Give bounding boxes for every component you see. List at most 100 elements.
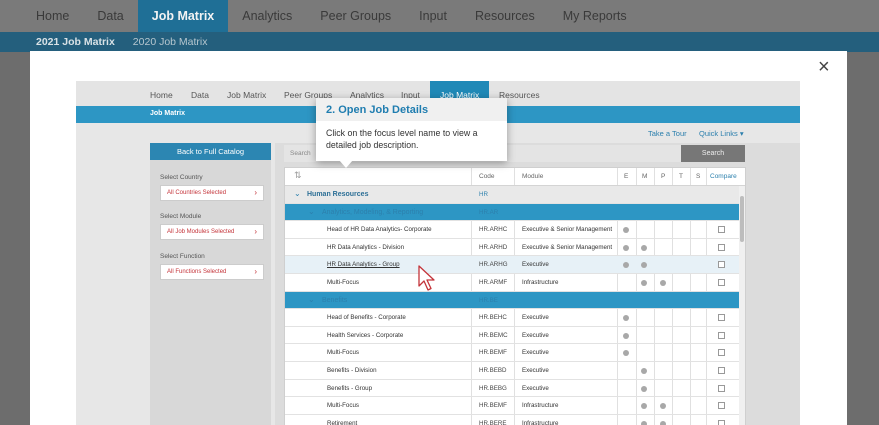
job-name[interactable]: Human Resources: [307, 191, 368, 198]
job-code: HR.BEMF: [479, 402, 507, 410]
filter-function-select: All Functions Selected ›: [160, 264, 264, 280]
table-row[interactable]: Retirement HR.BERE Infrastructure: [285, 415, 745, 425]
job-code: HR.ARHD: [479, 243, 508, 251]
job-name[interactable]: Multi-Focus: [327, 349, 359, 356]
level-dot-p: [660, 280, 666, 286]
caret-down-icon: ▾: [739, 129, 744, 138]
filter-country-select: All Countries Selected ›: [160, 185, 264, 201]
job-module: Executive: [522, 331, 549, 339]
take-a-tour-link: Take a Tour: [648, 129, 687, 138]
job-name[interactable]: Multi-Focus: [327, 279, 359, 286]
job-module: Infrastructure: [522, 419, 559, 425]
close-icon[interactable]: ×: [818, 57, 830, 77]
inner-subnav-title: Job Matrix: [150, 110, 186, 117]
job-name[interactable]: Retirement: [327, 420, 357, 425]
inner-nav-job-matrix: Job Matrix: [227, 90, 267, 100]
nav-job-matrix[interactable]: Job Matrix: [137, 0, 229, 32]
compare-checkbox[interactable]: [718, 349, 725, 357]
inner-nav-data: Data: [191, 90, 209, 100]
job-name[interactable]: Head of Benefits - Corporate: [327, 314, 406, 321]
subnav-2021-job-matrix[interactable]: 2021 Job Matrix: [0, 32, 123, 52]
header-compare: Compare: [710, 173, 737, 180]
nav-peer-groups[interactable]: Peer Groups: [306, 0, 405, 32]
compare-checkbox[interactable]: [718, 314, 725, 322]
compare-checkbox[interactable]: [718, 279, 725, 286]
table-row[interactable]: Benefits - Division HR.BEBD Executive: [285, 362, 745, 380]
table-header: ⇅ Code Module E M P T S Compare: [285, 168, 745, 186]
compare-checkbox[interactable]: [718, 261, 725, 269]
job-name[interactable]: Multi-Focus: [327, 402, 359, 409]
table-row[interactable]: Multi-Focus HR.ARMF Infrastructure: [285, 274, 745, 292]
header-e: E: [624, 173, 629, 180]
header-code: Code: [479, 173, 495, 180]
compare-checkbox[interactable]: [718, 419, 725, 425]
compare-checkbox[interactable]: [718, 367, 725, 374]
job-code: HR.BEBD: [479, 367, 507, 374]
level-dot-e: [623, 227, 629, 234]
nav-analytics[interactable]: Analytics: [228, 0, 306, 32]
nav-input[interactable]: Input: [405, 0, 461, 32]
chevron-down-icon[interactable]: ⌄: [308, 207, 315, 216]
table-row[interactable]: ⌄ Benefits HR.BE: [285, 291, 745, 309]
job-code: HR.BEBG: [479, 384, 507, 392]
job-code: HR.BERE: [479, 419, 507, 425]
table-row[interactable]: ⌄ Analytics, Modeling, & Reporting HR.AR: [285, 203, 745, 221]
job-table: ⇅ Code Module E M P T S Compare ⌄ Human R…: [284, 167, 746, 425]
catalog-panel: Search Search ⇅ Code Module E M P T S Co…: [275, 143, 800, 425]
job-name[interactable]: Health Services - Corporate: [327, 332, 403, 339]
table-row[interactable]: Health Services - Corporate HR.BEMC Execut…: [285, 327, 745, 345]
table-row[interactable]: Head of Benefits - Corporate HR.BEHC Execu…: [285, 309, 745, 327]
tooltip-tail: [339, 160, 353, 168]
chevron-down-icon[interactable]: ⌄: [308, 295, 315, 304]
tooltip-body: Click on the focus level name to view a …: [326, 128, 478, 150]
filter-module-label: Select Module: [160, 213, 202, 220]
job-module: Infrastructure: [522, 402, 559, 410]
header-t: T: [679, 173, 683, 180]
job-name[interactable]: HR Data Analytics - Division: [327, 244, 404, 251]
table-row[interactable]: Head of HR Data Analytics- Corporate HR.A…: [285, 221, 745, 239]
table-row[interactable]: HR Data Analytics - Division HR.ARHD Execu…: [285, 239, 745, 257]
compare-checkbox[interactable]: [718, 243, 725, 251]
compare-checkbox[interactable]: [718, 384, 725, 392]
table-row[interactable]: Multi-Focus HR.BEMF Infrastructure: [285, 397, 745, 415]
nav-my-reports[interactable]: My Reports: [549, 0, 641, 32]
job-name[interactable]: Head of HR Data Analytics- Corporate: [327, 226, 432, 233]
table-row[interactable]: Multi-Focus HR.BEMF Executive: [285, 344, 745, 362]
job-name[interactable]: HR Data Analytics - Group: [327, 261, 400, 268]
job-name[interactable]: Analytics, Modeling, & Reporting: [322, 209, 423, 216]
job-code: HR.BEMF: [479, 349, 507, 357]
header-m: M: [642, 173, 648, 180]
tooltip-title: 2. Open Job Details: [316, 98, 507, 121]
nav-home[interactable]: Home: [0, 0, 83, 32]
level-dot-e: [623, 350, 629, 357]
job-name[interactable]: Benefits - Group: [327, 385, 372, 392]
table-row[interactable]: ⌄ Human Resources HR: [285, 186, 745, 204]
table-row[interactable]: HR Data Analytics - Group HR.ARHG Executiv…: [285, 256, 745, 274]
nav-resources[interactable]: Resources: [461, 0, 549, 32]
filter-function-value: All Functions Selected: [167, 269, 227, 275]
job-code: HR.BE: [479, 296, 498, 304]
job-code: HR.BEMC: [479, 331, 508, 339]
table-scrollbar: [739, 186, 745, 425]
compare-checkbox[interactable]: [718, 331, 725, 339]
mouse-cursor-icon: [418, 265, 436, 296]
filter-panel: Back to Full Catalog Select Country All …: [150, 143, 271, 425]
level-dot-m: [641, 280, 647, 286]
job-module: Executive: [522, 349, 549, 357]
header-module: Module: [522, 173, 544, 180]
job-name[interactable]: Benefits - Division: [327, 367, 377, 374]
job-code: HR.BEHC: [479, 314, 507, 322]
level-dot-m: [641, 420, 647, 425]
compare-checkbox[interactable]: [718, 226, 725, 234]
chevron-down-icon[interactable]: ⌄: [294, 189, 301, 198]
job-code: HR.ARHC: [479, 226, 508, 234]
subnav-2020-job-matrix[interactable]: 2020 Job Matrix: [123, 32, 216, 52]
nav-data[interactable]: Data: [83, 0, 137, 32]
table-row[interactable]: Benefits - Group HR.BEBG Executive: [285, 380, 745, 398]
sub-nav: 2021 Job Matrix 2020 Job Matrix: [0, 32, 879, 52]
compare-checkbox[interactable]: [718, 402, 725, 410]
job-name[interactable]: Benefits: [322, 297, 347, 304]
job-code: HR.ARMF: [479, 279, 508, 286]
job-module: Executive: [522, 367, 549, 374]
chevron-right-icon: ›: [254, 267, 257, 276]
